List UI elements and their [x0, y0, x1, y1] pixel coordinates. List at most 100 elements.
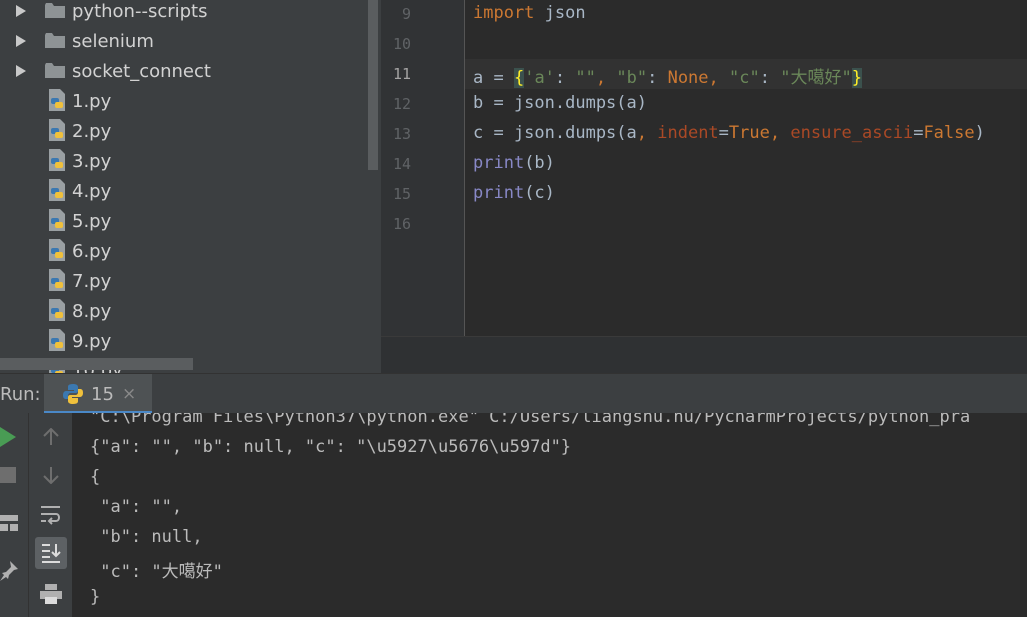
tree-item-4-py[interactable]: 4.py — [0, 176, 381, 206]
line-number-gutter: 9 10 11 12 13 14 15 16 — [381, 0, 464, 336]
code-editor[interactable]: 9 10 11 12 13 14 15 16 import json a = {… — [381, 0, 1027, 336]
tree-item-python-scripts[interactable]: python--scripts — [0, 0, 381, 26]
python-file-icon — [49, 239, 65, 261]
python-file-icon — [49, 119, 65, 141]
close-icon[interactable]: × — [122, 384, 136, 404]
code-token: 'a' — [524, 68, 555, 88]
tree-item-label: socket_connect — [72, 60, 211, 82]
run-tab-15[interactable]: 15 × — [44, 374, 152, 414]
gutter-divider — [464, 0, 465, 336]
tree-horizontal-scrollbar[interactable] — [0, 358, 193, 370]
tree-item-5-py[interactable]: 5.py — [0, 206, 381, 236]
code-token: , — [708, 68, 730, 88]
arrow-down-icon[interactable] — [42, 466, 60, 484]
console-line: "c": "大噶好" — [90, 562, 223, 582]
tree-item-label: 1.py — [72, 90, 112, 112]
python-file-icon — [49, 329, 65, 351]
editor-breadcrumb-bar — [381, 336, 1027, 374]
stop-icon[interactable] — [0, 467, 16, 483]
rerun-icon[interactable] — [0, 427, 18, 447]
folder-icon — [45, 63, 65, 78]
code-line-13[interactable]: c = json.dumps(a, indent=True, ensure_as… — [473, 123, 985, 143]
code-token: , — [595, 68, 617, 88]
code-token: (b) — [524, 153, 555, 173]
code-line-9[interactable]: import json — [473, 3, 586, 23]
run-console-output[interactable]: "C:\Program Files\Python37\python.exe" C… — [72, 413, 1027, 617]
console-line: } — [90, 587, 101, 607]
tree-item-9-py[interactable]: 9.py — [0, 326, 381, 356]
code-token: "大噶好" — [780, 68, 852, 88]
line-number: 13 — [392, 125, 411, 143]
soft-wrap-icon[interactable] — [40, 505, 62, 525]
python-file-icon — [49, 149, 65, 171]
python-file-icon — [49, 209, 65, 231]
code-token: : — [759, 68, 781, 88]
print-icon[interactable] — [40, 584, 62, 604]
line-number: 16 — [392, 215, 411, 233]
expand-arrow-icon[interactable] — [16, 35, 26, 47]
tree-item-socket-connect[interactable]: socket_connect — [0, 56, 381, 86]
expand-arrow-icon[interactable] — [16, 5, 26, 17]
project-tree: python--scripts selenium socket_connect … — [0, 0, 381, 373]
tree-item-label: 8.py — [72, 300, 112, 322]
tree-item-label: python--scripts — [72, 0, 208, 22]
run-left-toolbar — [0, 413, 28, 617]
python-file-icon — [49, 269, 65, 291]
tree-vertical-scrollbar[interactable] — [368, 0, 378, 170]
folder-icon — [45, 33, 65, 48]
code-token: , — [769, 123, 791, 143]
tree-item-label: 2.py — [72, 120, 112, 142]
console-line: "b": null, — [90, 527, 203, 547]
code-token: print — [473, 183, 525, 203]
tree-item-1-py[interactable]: 1.py — [0, 86, 381, 116]
console-line: "C:\Program Files\Python37\python.exe" C… — [90, 413, 971, 427]
code-token: } — [851, 68, 862, 88]
tree-item-label: 3.py — [72, 150, 112, 172]
tree-item-label: 5.py — [72, 210, 112, 232]
code-token: "b" — [616, 68, 648, 88]
tree-item-2-py[interactable]: 2.py — [0, 116, 381, 146]
line-number: 12 — [392, 95, 411, 113]
tree-item-3-py[interactable]: 3.py — [0, 146, 381, 176]
python-icon — [63, 384, 83, 404]
code-token: True — [728, 123, 770, 143]
code-token: { — [513, 68, 525, 88]
code-line-12[interactable]: b = json.dumps(a) — [473, 93, 647, 113]
pin-icon[interactable] — [0, 561, 20, 581]
scroll-to-end-toggle[interactable] — [35, 537, 67, 569]
code-line-11[interactable]: a = {'a': "", "b": None, "c": "大噶好"} — [473, 63, 862, 88]
code-token: a = — [473, 68, 514, 88]
code-line-14[interactable]: print(b) — [473, 153, 555, 173]
line-number: 15 — [392, 185, 411, 203]
console-line: {"a": "", "b": null, "c": "\u5927\u5676\… — [90, 437, 572, 457]
scroll-to-end-icon — [42, 544, 61, 563]
tree-item-selenium[interactable]: selenium — [0, 26, 381, 56]
code-token: , — [636, 123, 658, 143]
line-number: 14 — [392, 155, 411, 173]
layout-icon[interactable] — [0, 515, 18, 531]
code-token: import — [473, 3, 535, 23]
code-token: (c) — [524, 183, 555, 203]
tree-item-label: 7.py — [72, 270, 112, 292]
code-token: False — [923, 123, 975, 143]
code-token: = — [718, 123, 729, 143]
code-token: ) — [974, 123, 985, 143]
tree-item-label: 6.py — [72, 240, 112, 262]
line-number: 11 — [392, 65, 411, 83]
code-token: = — [913, 123, 924, 143]
code-token: ensure_ascii — [790, 123, 914, 143]
run-label: Run: — [0, 384, 41, 405]
code-token: indent — [657, 123, 719, 143]
run-tab-label: 15 — [91, 384, 114, 405]
code-token: "" — [575, 68, 596, 88]
tree-item-6-py[interactable]: 6.py — [0, 236, 381, 266]
code-line-15[interactable]: print(c) — [473, 183, 555, 203]
arrow-up-icon[interactable] — [42, 428, 60, 446]
python-file-icon — [49, 179, 65, 201]
tree-item-7-py[interactable]: 7.py — [0, 266, 381, 296]
code-token: "c" — [729, 68, 760, 88]
expand-arrow-icon[interactable] — [16, 65, 26, 77]
tree-item-label: selenium — [72, 30, 154, 52]
tree-item-8-py[interactable]: 8.py — [0, 296, 381, 326]
tree-item-label: 4.py — [72, 180, 112, 202]
